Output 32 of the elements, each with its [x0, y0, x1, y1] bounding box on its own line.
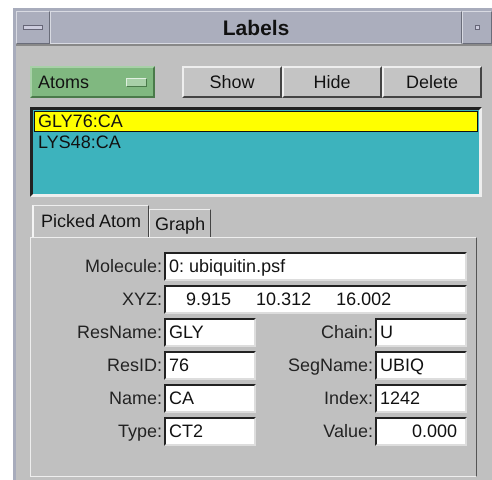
tab[interactable]: Picked Atom — [32, 205, 150, 237]
input-field[interactable]: 1242 — [375, 384, 467, 413]
input-field[interactable]: CT2 — [164, 417, 256, 446]
input-field[interactable]: 76 — [164, 351, 256, 380]
action-button[interactable]: Delete — [382, 66, 482, 98]
xyz-field[interactable]: 9.915 10.312 16.002 — [164, 285, 467, 314]
input-field[interactable]: UBIQ — [375, 351, 467, 380]
field-label: Chain: — [320, 322, 374, 343]
window-menu-button[interactable] — [16, 11, 50, 44]
field-label: Value: — [322, 421, 374, 442]
field-label: SegName: — [286, 355, 374, 376]
field-label: Index: — [322, 388, 374, 409]
tab[interactable]: Graph — [149, 209, 212, 237]
input-field[interactable]: CA — [164, 384, 256, 413]
category-menu[interactable]: Atoms — [30, 66, 155, 98]
minimize-button[interactable] — [462, 11, 492, 44]
window-title: Labels — [50, 11, 462, 44]
list-item[interactable]: LYS48:CA — [34, 132, 478, 153]
action-button[interactable]: Show — [182, 66, 282, 98]
field-label: ResID: — [106, 355, 163, 376]
field-label: Name: — [108, 388, 163, 409]
list-item[interactable]: GLY76:CA — [34, 111, 478, 132]
field-label: XYZ: — [120, 289, 163, 310]
action-button[interactable]: Hide — [282, 66, 382, 98]
field-label: Type: — [116, 421, 163, 442]
input-field[interactable]: 0.000 — [375, 417, 467, 446]
input-field[interactable]: GLY — [164, 318, 256, 347]
field-label: Molecule: — [84, 256, 163, 277]
input-field[interactable]: U — [375, 318, 467, 347]
molecule-field[interactable]: 0: ubiquitin.psf — [164, 252, 467, 281]
field-label: ResName: — [76, 322, 163, 343]
menu-indicator-icon — [126, 78, 147, 86]
